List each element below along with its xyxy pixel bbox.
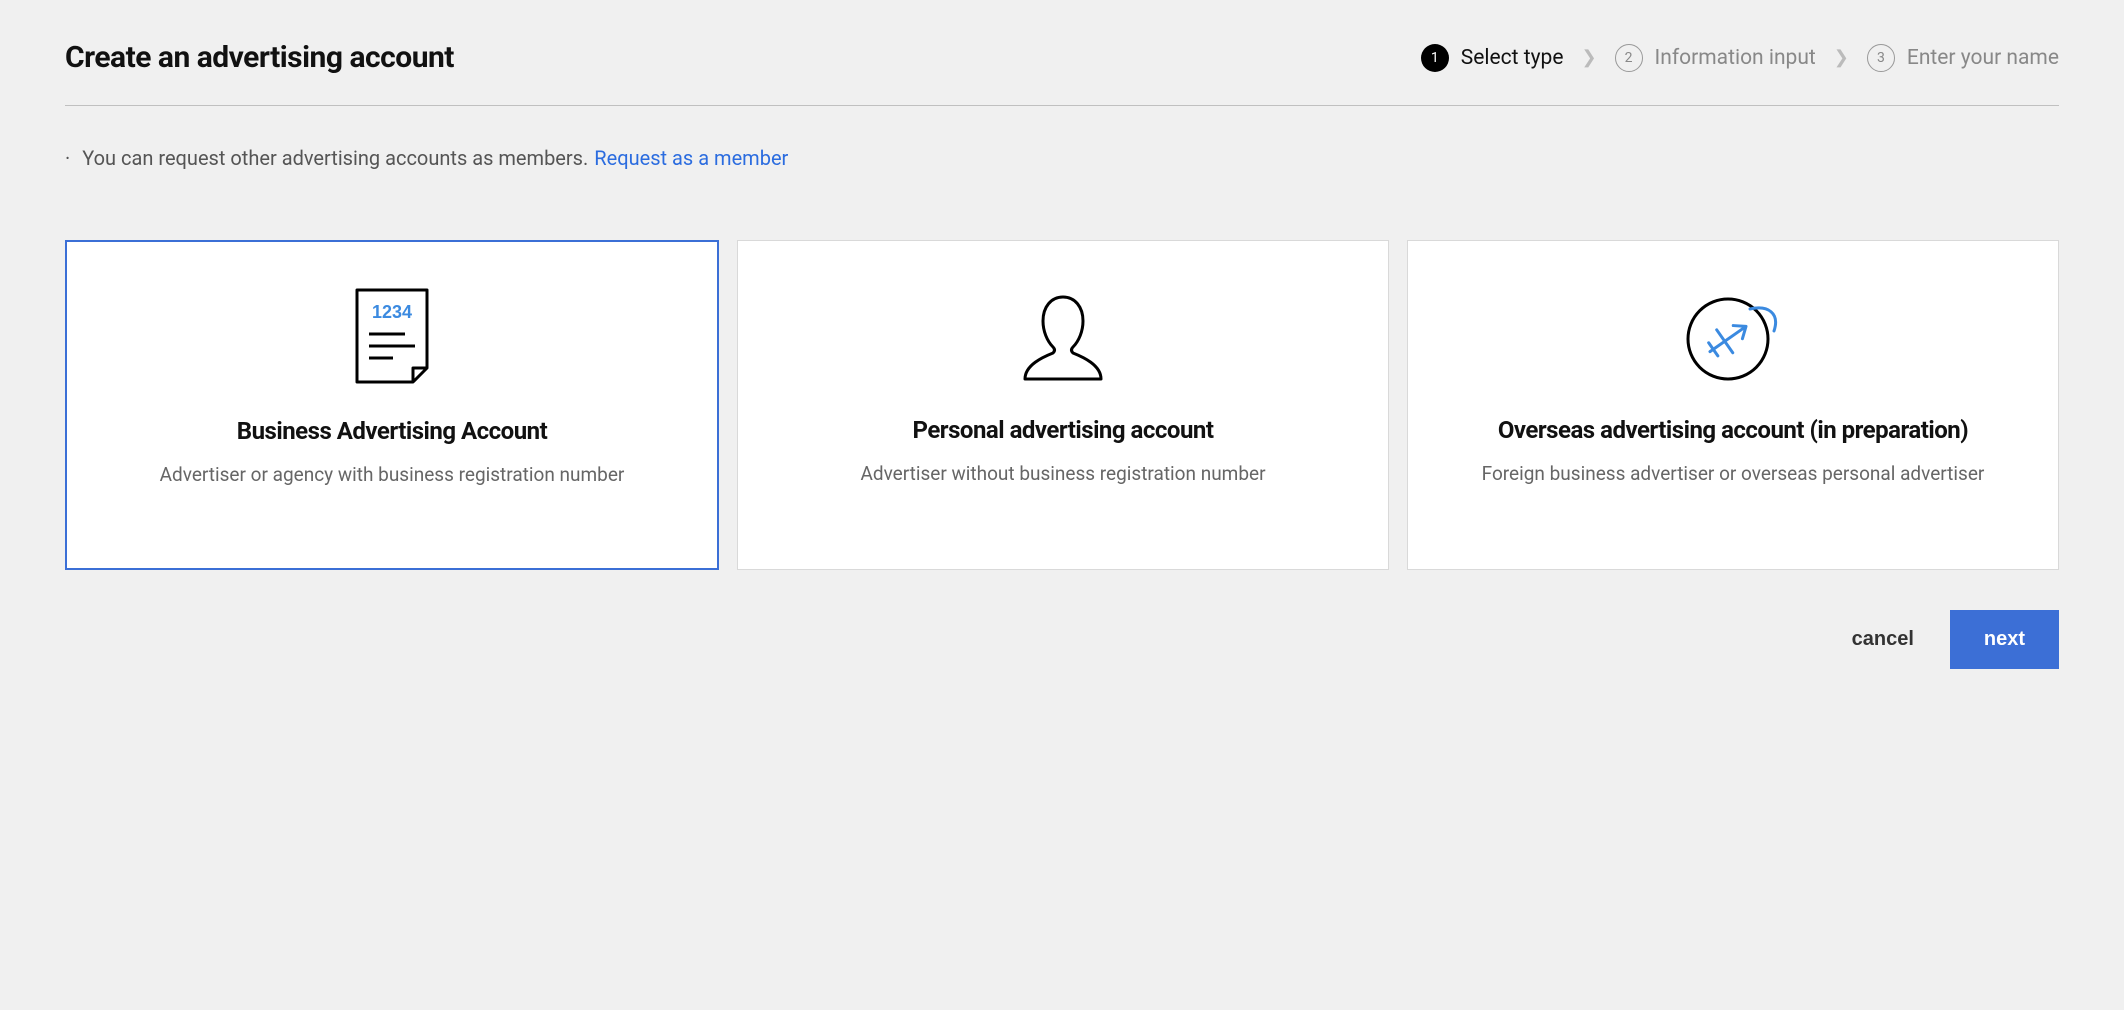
info-text: You can request other advertising accoun… xyxy=(82,146,588,170)
globe-plane-icon xyxy=(1678,285,1788,385)
document-1234-icon: 1234 xyxy=(353,286,431,386)
person-silhouette-icon xyxy=(1013,285,1113,385)
next-button[interactable]: next xyxy=(1950,610,2059,669)
info-line: · You can request other advertising acco… xyxy=(65,146,2059,170)
card-overseas[interactable]: Overseas advertising account (in prepara… xyxy=(1407,240,2059,570)
step-3-number: 3 xyxy=(1867,44,1895,72)
step-2-label: Information input xyxy=(1655,46,1816,70)
card-overseas-title: Overseas advertising account (in prepara… xyxy=(1488,415,1978,446)
cards-row: 1234 Business Advertising Account Advert… xyxy=(65,240,2059,570)
svg-text:1234: 1234 xyxy=(372,302,412,322)
cancel-button[interactable]: cancel xyxy=(1852,628,1914,651)
card-personal[interactable]: Personal advertising account Advertiser … xyxy=(737,240,1389,570)
step-3-label: Enter your name xyxy=(1907,46,2059,70)
stepper: 1 Select type ❯ 2 Information input ❯ 3 … xyxy=(1421,44,2059,72)
bullet-icon: · xyxy=(65,146,70,170)
card-personal-desc: Advertiser without business registration… xyxy=(856,460,1269,489)
card-business-title: Business Advertising Account xyxy=(227,416,557,447)
card-business[interactable]: 1234 Business Advertising Account Advert… xyxy=(65,240,719,570)
chevron-right-icon: ❯ xyxy=(1581,47,1596,68)
step-1-number: 1 xyxy=(1421,44,1449,72)
footer-row: cancel next xyxy=(65,610,2059,669)
step-3: 3 Enter your name xyxy=(1867,44,2059,72)
header-row: Create an advertising account 1 Select t… xyxy=(65,40,2059,106)
card-personal-title: Personal advertising account xyxy=(903,415,1224,446)
request-member-link[interactable]: Request as a member xyxy=(594,146,788,170)
page-title: Create an advertising account xyxy=(65,40,454,75)
step-1: 1 Select type xyxy=(1421,44,1564,72)
card-business-desc: Advertiser or agency with business regis… xyxy=(156,461,629,490)
step-2: 2 Information input xyxy=(1615,44,1816,72)
step-1-label: Select type xyxy=(1461,46,1564,70)
card-overseas-desc: Foreign business advertiser or overseas … xyxy=(1478,460,1989,489)
chevron-right-icon: ❯ xyxy=(1834,47,1849,68)
step-2-number: 2 xyxy=(1615,44,1643,72)
